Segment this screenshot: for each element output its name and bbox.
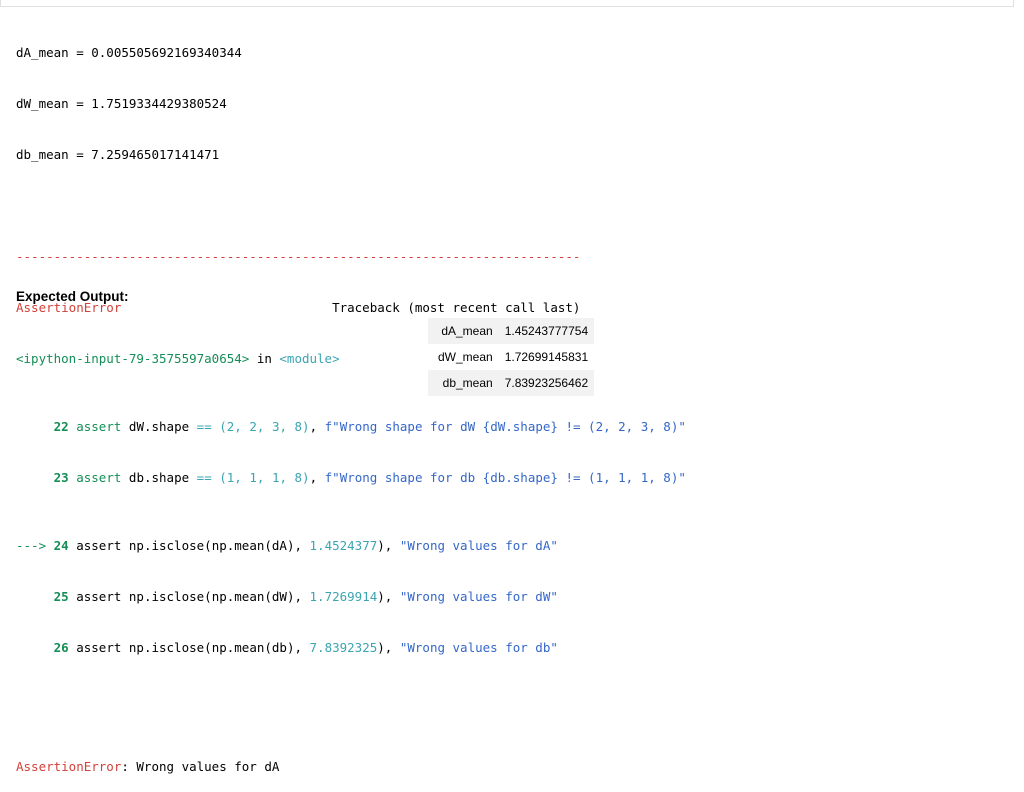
expected-key-dA: dA_mean xyxy=(428,318,499,344)
table-row: dW_mean 1.72699145831 xyxy=(428,344,594,370)
traceback-dashes: ----------------------------------------… xyxy=(16,249,581,264)
previous-cell-border xyxy=(0,0,1014,7)
expected-key-db: db_mean xyxy=(428,370,499,396)
ipython-input-ref: <ipython-input-79-3575597a0654> xyxy=(16,351,250,366)
code-line-23: 23 assert db.shape == (1, 1, 1, 8), f"Wr… xyxy=(53,470,686,485)
code-line-25: 25 assert np.isclose(np.mean(dW), 1.7269… xyxy=(53,589,558,604)
table-row: dA_mean 1.45243777754 xyxy=(428,318,595,344)
expected-value-dA: 1.45243777754 xyxy=(498,318,595,344)
stdout-line-db: db_mean = 7.259465017141471 xyxy=(16,147,220,162)
final-error-message: : Wrong values for dA xyxy=(121,759,280,774)
stdout-line-dA: dA_mean = 0.005505692169340344 xyxy=(16,45,242,60)
final-error-name: AssertionError xyxy=(16,759,122,774)
module-ref: <module> xyxy=(279,351,340,366)
final-error-line: AssertionError: Wrong values for dA xyxy=(16,758,686,775)
expected-value-dW: 1.72699145831 xyxy=(504,350,589,364)
expected-output-table: dA_mean 1.45243777754 dW_mean 1.72699145… xyxy=(428,318,595,396)
code-line-22: 22 assert dW.shape == (2, 2, 3, 8), f"Wr… xyxy=(53,419,686,434)
expected-output-title: Expected Output: xyxy=(16,289,129,304)
code-line-26: 26 assert np.isclose(np.mean(db), 7.8392… xyxy=(53,640,558,655)
code-line-24: ---> 24 assert np.isclose(np.mean(dA), 1… xyxy=(16,538,558,553)
stdout-line-dW: dW_mean = 1.7519334429380524 xyxy=(16,96,227,111)
table-row: db_mean 7.83923256462 xyxy=(428,370,595,396)
expected-key-dW: dW_mean xyxy=(438,350,493,364)
cell-output: dA_mean = 0.005505692169340344 dW_mean =… xyxy=(16,10,686,792)
expected-value-db: 7.83923256462 xyxy=(498,370,595,396)
traceback-title: Traceback (most recent call last) xyxy=(332,300,581,315)
